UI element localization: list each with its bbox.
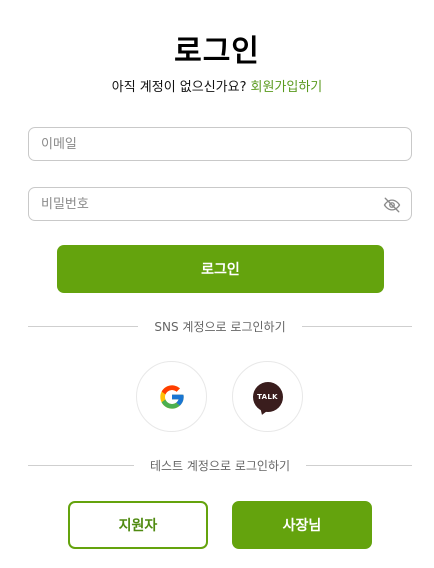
password-field	[28, 187, 412, 221]
page-title: 로그인	[174, 34, 260, 69]
sns-divider: SNS 계정으로 로그인하기	[28, 318, 413, 334]
signup-prompt: 아직 계정이 없으신가요? 회원가입하기	[0, 76, 434, 95]
divider-line	[306, 464, 412, 466]
signup-link[interactable]: 회원가입하기	[251, 80, 323, 95]
divider-line	[28, 464, 134, 466]
divider-line	[301, 325, 413, 327]
kakao-talk-icon: TALK	[252, 381, 283, 412]
eye-off-icon[interactable]	[383, 196, 401, 214]
password-input[interactable]	[29, 188, 411, 220]
login-page: 로그인 아직 계정이 없으신가요? 회원가입하기 로그인 SNS 계정으로 로그인…	[0, 0, 434, 568]
signup-question: 아직 계정이 없으신가요?	[111, 80, 247, 95]
login-button[interactable]: 로그인	[57, 245, 384, 293]
test-account-divider: 테스트 계정으로 로그인하기	[28, 457, 412, 473]
sns-divider-label: SNS 계정으로 로그인하기	[154, 319, 286, 334]
email-input[interactable]	[29, 128, 411, 160]
applicant-test-login-button[interactable]: 지원자	[68, 501, 208, 549]
owner-test-login-button[interactable]: 사장님	[232, 501, 372, 549]
test-divider-label: 테스트 계정으로 로그인하기	[149, 458, 291, 473]
kakao-login-button[interactable]: TALK	[232, 361, 303, 432]
email-field	[28, 127, 412, 161]
google-icon	[159, 384, 184, 409]
divider-line	[28, 325, 139, 327]
google-login-button[interactable]	[136, 361, 207, 432]
